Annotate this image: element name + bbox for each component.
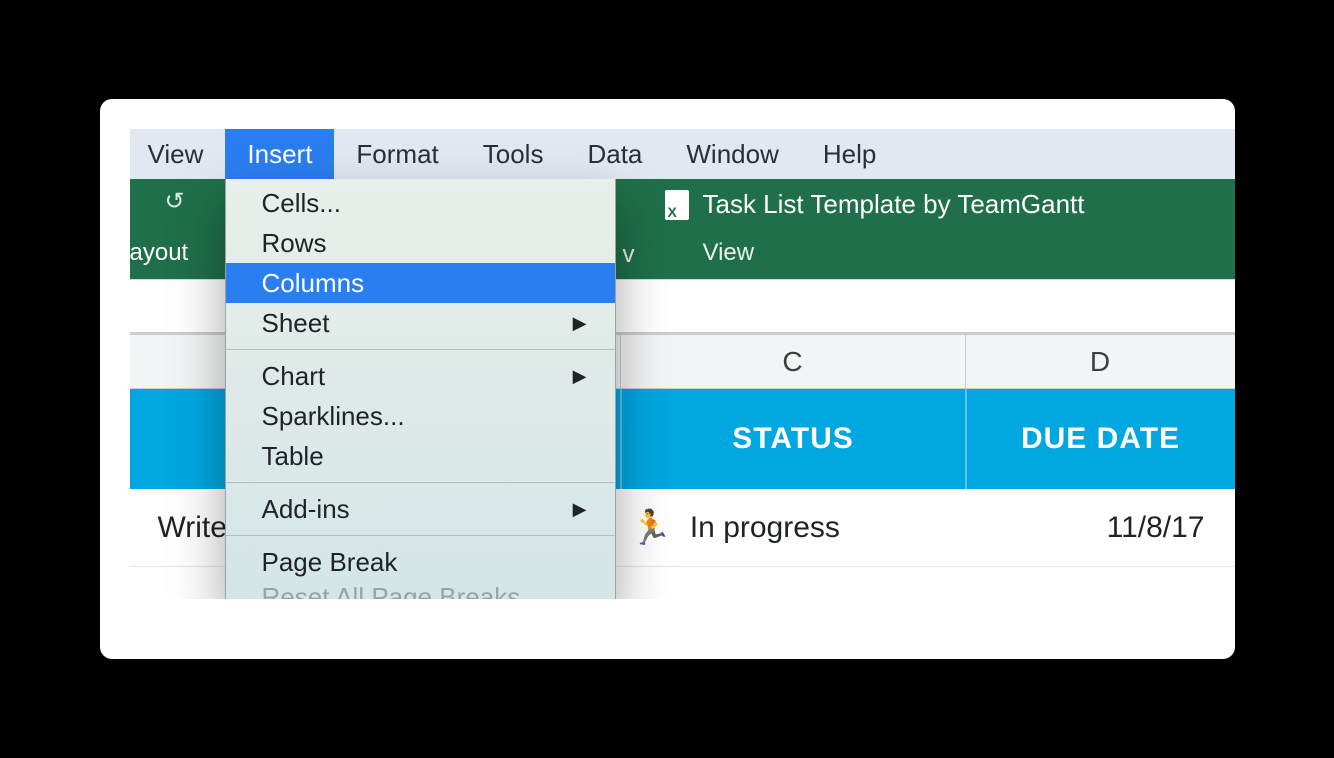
menu-item-page-break[interactable]: Page Break (226, 542, 615, 582)
view-tab-label[interactable]: View (703, 239, 755, 267)
menu-item-label: Add-ins (262, 494, 350, 525)
document-title: Task List Template by TeamGantt (665, 189, 1085, 220)
menu-item-chart[interactable]: Chart ▶ (226, 356, 615, 396)
menu-item-cutoff: Reset All Page Breaks (226, 582, 615, 599)
menu-view[interactable]: View (130, 129, 226, 179)
insert-menu-dropdown: Cells... Rows Columns Sheet ▶ Chart ▶ Sparkline… (225, 179, 616, 599)
header-due-date: DUE DATE (965, 389, 1235, 489)
menu-item-cells[interactable]: Cells... (226, 183, 615, 223)
menu-window[interactable]: Window (664, 129, 800, 179)
menu-separator (226, 349, 615, 350)
chevron-right-icon: ▶ (573, 366, 587, 387)
menu-help[interactable]: Help (801, 129, 898, 179)
menu-item-label: Table (262, 441, 324, 472)
column-header-d[interactable]: D (965, 335, 1235, 388)
app-content: ViewInsertFormatToolsDataWindowHelp ↺ ay… (130, 129, 1235, 599)
menu-item-label: Chart (262, 361, 326, 392)
menu-item-columns[interactable]: Columns (226, 263, 615, 303)
column-header-c[interactable]: C (620, 335, 965, 388)
layout-tab-label[interactable]: ayout (130, 239, 189, 267)
truncated-label: v (623, 241, 635, 269)
menu-item-label: Sheet (262, 308, 330, 339)
menu-item-label: Columns (262, 268, 365, 299)
chevron-right-icon: ▶ (573, 499, 587, 520)
menu-item-sheet[interactable]: Sheet ▶ (226, 303, 615, 343)
menu-item-label: Rows (262, 228, 327, 259)
menu-format[interactable]: Format (334, 129, 460, 179)
undo-icon[interactable]: ↺ (165, 187, 185, 216)
header-status: STATUS (620, 389, 965, 489)
document-title-text: Task List Template by TeamGantt (703, 189, 1085, 220)
menu-insert[interactable]: Insert (225, 129, 334, 179)
menu-item-label: Page Break (262, 547, 398, 578)
runner-icon: 🏃 (630, 511, 672, 545)
chevron-right-icon: ▶ (573, 313, 587, 334)
menu-separator (226, 482, 615, 483)
excel-file-icon (665, 190, 689, 220)
cell-due-date[interactable]: 11/8/17 (965, 489, 1235, 566)
menu-tools[interactable]: Tools (461, 129, 566, 179)
menu-item-rows[interactable]: Rows (226, 223, 615, 263)
menu-item-sparklines[interactable]: Sparklines... (226, 396, 615, 436)
menu-item-add-ins[interactable]: Add-ins ▶ (226, 489, 615, 529)
menu-separator (226, 535, 615, 536)
cell-status[interactable]: 🏃 In progress (620, 489, 965, 566)
menu-item-table[interactable]: Table (226, 436, 615, 476)
app-window: ViewInsertFormatToolsDataWindowHelp ↺ ay… (100, 99, 1235, 659)
menubar: ViewInsertFormatToolsDataWindowHelp (130, 129, 1235, 179)
status-text: In progress (690, 511, 840, 545)
menu-item-label: Sparklines... (262, 401, 405, 432)
menu-data[interactable]: Data (565, 129, 664, 179)
menu-item-label: Cells... (262, 188, 341, 219)
